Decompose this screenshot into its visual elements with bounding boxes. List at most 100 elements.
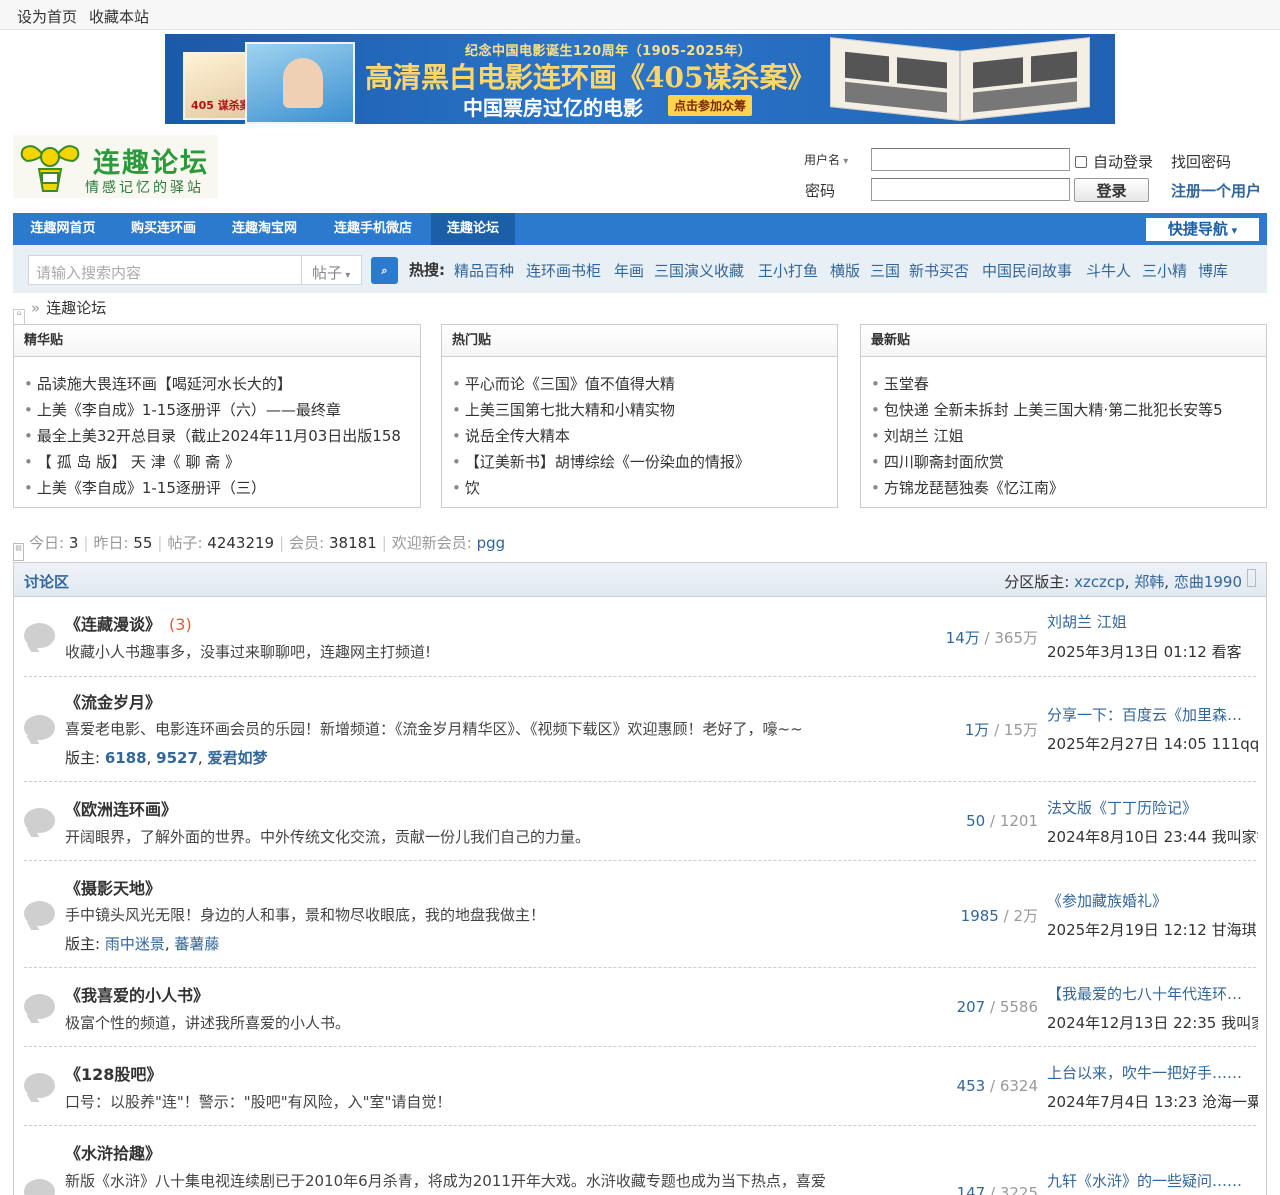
last-post-link[interactable]: 上台以来，吹牛一把好手…… xyxy=(1047,1062,1256,1083)
board-status-icon xyxy=(24,808,55,833)
nav-item-home[interactable]: 连趣网首页 xyxy=(13,213,113,245)
post-link[interactable]: 四川聊斋封面欣赏 xyxy=(871,449,1266,475)
moderator-link[interactable]: 恋曲1990 xyxy=(1174,573,1242,591)
username-input[interactable] xyxy=(871,148,1070,171)
post-link[interactable]: 平心而论《三国》值不值得大精 xyxy=(452,371,837,397)
post-link[interactable]: 上美三国第七批大精和小精实物 xyxy=(452,397,837,423)
home-icon[interactable]: ⌂ xyxy=(13,309,25,325)
auto-login-label: 自动登录 xyxy=(1093,153,1154,171)
newest-member-link[interactable]: pgg xyxy=(477,534,506,552)
last-post-link[interactable]: 刘胡兰 江姐 xyxy=(1047,611,1256,632)
moderator-link[interactable]: 6188 xyxy=(105,749,147,767)
search-input[interactable]: 请输入搜索内容 xyxy=(28,255,302,285)
logo-slogan: 情感记忆的驿站 xyxy=(85,180,204,196)
checkbox-icon[interactable] xyxy=(1075,156,1087,168)
hot-search-link[interactable]: 精品百种 xyxy=(454,260,514,281)
post-link[interactable]: 包快递 全新未拆封 上美三国大精·第二批犯长安等5 xyxy=(871,397,1266,423)
search-type-select[interactable]: 帖子 xyxy=(301,255,362,285)
post-link[interactable]: 说岳全传大精本 xyxy=(452,423,837,449)
board-row: 《流金岁月》 喜爱老电影、电影连环画会员的乐园！新增频道：《流金岁月精华区》、《… xyxy=(24,677,1258,782)
last-post-time: 2024年7月4日 13:23 沧海一粟 xyxy=(1047,1093,1258,1111)
set-home-link[interactable]: 设为首页 xyxy=(17,6,77,27)
moderator-link[interactable]: 9527 xyxy=(156,749,198,767)
banner-cta-button[interactable]: 点击参加众筹 xyxy=(668,95,753,116)
breadcrumb-current[interactable]: 连趣论坛 xyxy=(46,299,106,317)
logo-title: 连趣论坛 xyxy=(93,148,209,179)
last-post-link[interactable]: 九轩《水浒》的一些疑问…… xyxy=(1047,1170,1256,1191)
hot-search-link[interactable]: 中国民间故事 xyxy=(982,260,1072,281)
moderators-label: 版主: xyxy=(65,935,101,953)
post-link[interactable]: 玉堂春 xyxy=(871,371,1266,397)
board-name[interactable]: 《水浒拾趣》 xyxy=(65,1140,161,1164)
nav-item-taobao[interactable]: 连趣淘宝网 xyxy=(214,213,315,245)
post-link[interactable]: 刘胡兰 江姐 xyxy=(871,423,1266,449)
stat-label: 欢迎新会员: xyxy=(391,534,472,552)
post-link[interactable]: 【 孤 岛 版】 天 津《 聊 斋 》 xyxy=(24,449,420,475)
last-post-link[interactable]: 《参加藏族婚礼》 xyxy=(1047,890,1256,911)
moderator-link[interactable]: 蕃薯藤 xyxy=(174,935,219,953)
board-name[interactable]: 《流金岁月》 xyxy=(65,689,161,713)
post-link[interactable]: 【辽美新书】胡博综绘《一份染血的情报》 xyxy=(452,449,837,475)
post-link[interactable]: 方锦龙琵琶独奏《忆江南》 xyxy=(871,475,1266,501)
hot-search-link[interactable]: 博库 xyxy=(1198,260,1228,281)
last-post-time: 2025年2月27日 14:05 111qq xyxy=(1047,735,1258,753)
post-link[interactable]: 上美《李自成》1-15逐册评（六）——最终章 xyxy=(24,397,420,423)
board-name[interactable]: 《我喜爱的小人书》 xyxy=(65,982,209,1006)
featured-posts-box: 精华贴 品读施大畏连环画【喝延河水长大的】 上美《李自成》1-15逐册评（六）—… xyxy=(13,324,421,508)
find-password-link[interactable]: 找回密码 xyxy=(1171,151,1231,172)
promo-banner[interactable]: 405 谋杀案 纪念中国电影诞生120周年（1905-2025年） 高清黑白电影… xyxy=(165,34,1115,124)
hot-search-link[interactable]: 王小打鱼 xyxy=(758,260,818,281)
board-name[interactable]: 《128股吧》 xyxy=(65,1061,162,1085)
bookmark-link[interactable]: 收藏本站 xyxy=(89,6,149,27)
board-name[interactable]: 《欧洲连环画》 xyxy=(65,796,177,820)
moderator-link[interactable]: 爱君如梦 xyxy=(207,749,267,767)
quick-nav-button[interactable]: 快捷导航 xyxy=(1146,218,1259,241)
password-input[interactable] xyxy=(871,178,1070,201)
last-post-link[interactable]: 分享一下：百度云《加里森敢死队》 xyxy=(1047,704,1256,725)
nav-item-mobile-shop[interactable]: 连趣手机微店 xyxy=(315,213,431,245)
moderator-link[interactable]: 雨中迷景 xyxy=(105,935,165,953)
section-title[interactable]: 讨论区 xyxy=(24,571,69,592)
post-count: 365万 xyxy=(994,629,1038,647)
stats-icon: ▤ xyxy=(13,543,24,561)
board-counts: 50 / 1201 xyxy=(966,812,1038,830)
board-desc: 手中镜头风光无限！身边的人和事，景和物尽收眼底，我的地盘我做主！ xyxy=(65,906,546,924)
hot-search-link[interactable]: 三国演义收藏 xyxy=(654,260,744,281)
post-link[interactable]: 上美《李自成》1-15逐册评（三） xyxy=(24,475,420,501)
nav-item-buy[interactable]: 购买连环画 xyxy=(113,213,214,245)
moderator-link[interactable]: 郑韩 xyxy=(1134,573,1164,591)
hot-search-link[interactable]: 年画 xyxy=(614,260,644,281)
hot-search-link[interactable]: 三国 xyxy=(870,260,900,281)
board-moderators: 版主: 6188, 9527, 爱君如梦 xyxy=(65,749,268,767)
login-form: 用户名 自动登录 找回密码 密码 登录 注册一个用户 xyxy=(790,145,1270,205)
register-link[interactable]: 注册一个用户 xyxy=(1171,180,1261,201)
cover-title: 405 谋杀案 xyxy=(191,99,251,112)
hot-search-link[interactable]: 横版 xyxy=(830,260,860,281)
last-post-link[interactable]: 法文版《丁丁历险记》 xyxy=(1047,797,1256,818)
username-type-select[interactable]: 用户名 xyxy=(804,151,848,168)
book-page-right xyxy=(960,37,1090,121)
post-link[interactable]: 品读施大畏连环画【喝延河水长大的】 xyxy=(24,371,420,397)
last-post-link[interactable]: 【我最爱的七八十年代连环画】 xyxy=(1047,983,1256,1004)
site-logo[interactable]: 连趣论坛 情感记忆的驿站 xyxy=(13,135,218,198)
hot-search-link[interactable]: 斗牛人 xyxy=(1086,260,1131,281)
auto-login-checkbox[interactable]: 自动登录 xyxy=(1075,151,1153,172)
nav-item-forum[interactable]: 连趣论坛 xyxy=(431,213,515,245)
thread-count: 50 xyxy=(966,812,986,830)
board-status-icon xyxy=(24,1073,55,1098)
post-link[interactable]: 饮 xyxy=(452,475,837,501)
hot-search-link[interactable]: 新书买否 xyxy=(909,260,969,281)
moderators-label: 分区版主: xyxy=(1004,573,1070,591)
collapse-icon[interactable] xyxy=(1247,569,1256,587)
moderator-link[interactable]: xzczcp xyxy=(1074,573,1125,591)
login-button[interactable]: 登录 xyxy=(1074,178,1149,202)
stat-label: 昨日: xyxy=(93,534,129,552)
post-count: 3225 xyxy=(999,1184,1038,1195)
search-icon[interactable]: ⌕ xyxy=(371,257,398,284)
post-count: 1201 xyxy=(999,812,1038,830)
post-link[interactable]: 最全上美32开总目录（截止2024年11月03日出版158 xyxy=(24,423,420,449)
hot-search-link[interactable]: 三小精 xyxy=(1142,260,1187,281)
board-name[interactable]: 《摄影天地》 xyxy=(65,875,161,899)
hot-search-link[interactable]: 连环画书柜 xyxy=(526,260,601,281)
board-name[interactable]: 《连藏漫谈》 (3) xyxy=(65,611,192,635)
